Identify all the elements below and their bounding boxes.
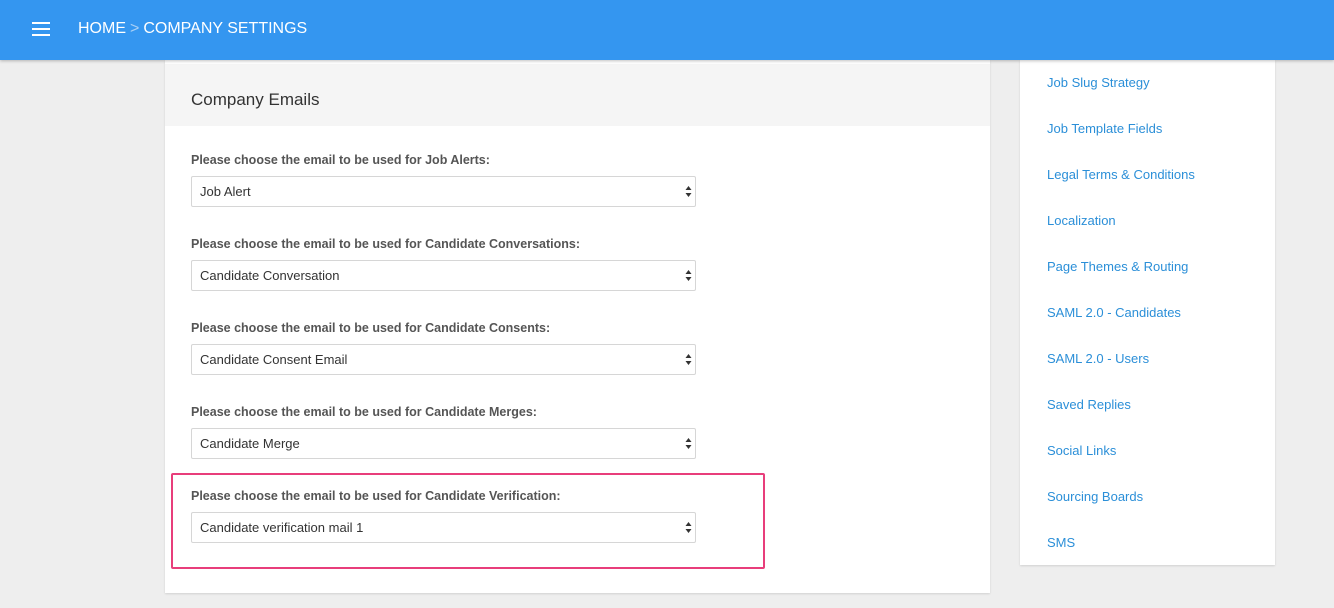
- breadcrumb-separator: >: [130, 20, 140, 37]
- candidate-consents-email-label: Please choose the email to be used for C…: [191, 321, 551, 335]
- sidebar-item-sms[interactable]: SMS: [1047, 535, 1075, 551]
- select-arrows-icon: [685, 438, 692, 449]
- job-alerts-email-label: Please choose the email to be used for J…: [191, 153, 490, 167]
- card-header: Company Emails: [165, 64, 990, 126]
- sidebar-item-saml-candidates[interactable]: SAML 2.0 - Candidates: [1047, 305, 1181, 321]
- sidebar-item-job-slug-strategy[interactable]: Job Slug Strategy: [1047, 75, 1150, 91]
- card-title: Company Emails: [191, 90, 320, 109]
- candidate-conversations-email-select[interactable]: Candidate Conversation: [191, 260, 696, 291]
- candidate-merges-email-label: Please choose the email to be used for C…: [191, 405, 537, 419]
- select-arrows-icon: [685, 522, 692, 533]
- select-value: Job Alert: [200, 184, 251, 199]
- select-value: Candidate verification mail 1: [200, 520, 364, 535]
- candidate-verification-email-label: Please choose the email to be used for C…: [191, 489, 561, 503]
- select-value: Candidate Consent Email: [200, 352, 348, 367]
- candidate-consents-email-select[interactable]: Candidate Consent Email: [191, 344, 696, 375]
- sidebar-item-saml-users[interactable]: SAML 2.0 - Users: [1047, 351, 1149, 367]
- select-value: Candidate Conversation: [200, 268, 340, 283]
- top-app-bar: HOME > COMPANY SETTINGS: [0, 0, 1334, 60]
- select-arrows-icon: [685, 270, 692, 281]
- breadcrumb-home-link[interactable]: HOME: [78, 20, 126, 37]
- select-value: Candidate Merge: [200, 436, 300, 451]
- sidebar-item-sourcing-boards[interactable]: Sourcing Boards: [1047, 489, 1143, 505]
- sidebar-item-social-links[interactable]: Social Links: [1047, 443, 1116, 459]
- select-arrows-icon: [685, 354, 692, 365]
- candidate-merges-email-select[interactable]: Candidate Merge: [191, 428, 696, 459]
- sidebar-item-page-themes-routing[interactable]: Page Themes & Routing: [1047, 259, 1188, 275]
- breadcrumb: HOME > COMPANY SETTINGS: [78, 19, 307, 39]
- sidebar-item-job-template-fields[interactable]: Job Template Fields: [1047, 121, 1162, 137]
- breadcrumb-current: COMPANY SETTINGS: [143, 20, 308, 37]
- company-emails-card: Company Emails Please choose the email t…: [165, 60, 990, 593]
- sidebar-item-localization[interactable]: Localization: [1047, 213, 1116, 229]
- hamburger-menu-icon[interactable]: [30, 19, 52, 39]
- sidebar-item-legal-terms[interactable]: Legal Terms & Conditions: [1047, 167, 1195, 183]
- settings-sidebar: Job Slug Strategy Job Template Fields Le…: [1020, 60, 1275, 565]
- job-alerts-email-select[interactable]: Job Alert: [191, 176, 696, 207]
- candidate-conversations-email-label: Please choose the email to be used for C…: [191, 237, 580, 251]
- candidate-verification-email-select[interactable]: Candidate verification mail 1: [191, 512, 696, 543]
- sidebar-item-saved-replies[interactable]: Saved Replies: [1047, 397, 1131, 413]
- select-arrows-icon: [685, 186, 692, 197]
